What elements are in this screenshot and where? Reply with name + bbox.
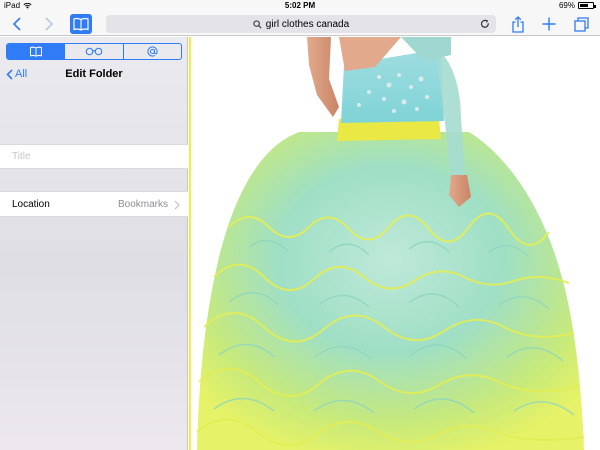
share-icon [512, 15, 524, 33]
web-content[interactable] [189, 37, 600, 450]
chevron-left-icon [6, 68, 13, 80]
reading-glasses-icon [85, 47, 103, 56]
back-to-all-button[interactable]: All [6, 68, 27, 80]
chevron-left-icon [12, 17, 21, 31]
magnifier-icon [253, 19, 262, 29]
segment-bookmarks[interactable] [7, 44, 65, 59]
segment-reading-list[interactable] [64, 44, 122, 59]
folder-title-field[interactable] [0, 144, 188, 169]
battery-fill [580, 4, 588, 7]
tabs-button[interactable] [572, 15, 590, 33]
add-button[interactable] [540, 15, 558, 33]
sidebar-segmented-control [6, 43, 182, 60]
at-sign-icon [147, 46, 158, 57]
segment-shared-links[interactable] [122, 44, 181, 59]
tabs-icon [573, 16, 589, 32]
bookmarks-button[interactable] [70, 14, 92, 34]
clock: 5:02 PM [284, 1, 316, 10]
address-bar[interactable]: girl clothes canada [106, 15, 496, 33]
battery-group: 69% [558, 1, 596, 10]
chevron-right-icon [174, 200, 180, 210]
battery-percent: 69% [558, 1, 575, 10]
chevron-right-icon [45, 17, 54, 31]
plus-icon [542, 17, 556, 31]
girl-dress-photo [189, 37, 600, 450]
forward-button[interactable] [40, 15, 58, 33]
location-label: Location [12, 199, 50, 210]
open-book-icon [29, 46, 42, 57]
location-row[interactable]: Location Bookmarks [0, 191, 188, 217]
address-query-text: girl clothes canada [265, 18, 350, 30]
reload-button[interactable] [478, 17, 492, 31]
sidebar-nav-row: Edit Folder All [0, 63, 188, 85]
ipad-screen: iPad 5:02 PM 69% girl clothes canada Edi… [0, 0, 600, 450]
location-value: Bookmarks [117, 199, 168, 210]
reload-icon [480, 19, 489, 28]
share-button[interactable] [509, 15, 527, 33]
status-bar: iPad 5:02 PM 69% [0, 0, 600, 12]
browser-toolbar: girl clothes canada [0, 12, 600, 36]
panel-title: Edit Folder [65, 68, 123, 80]
back-to-all-label: All [15, 68, 28, 80]
open-book-icon [73, 17, 89, 31]
folder-title-input[interactable] [0, 145, 188, 168]
back-button[interactable] [8, 15, 26, 33]
bookmarks-sidebar: Edit Folder All Location Bookmarks [0, 37, 188, 450]
battery-icon [578, 2, 596, 9]
